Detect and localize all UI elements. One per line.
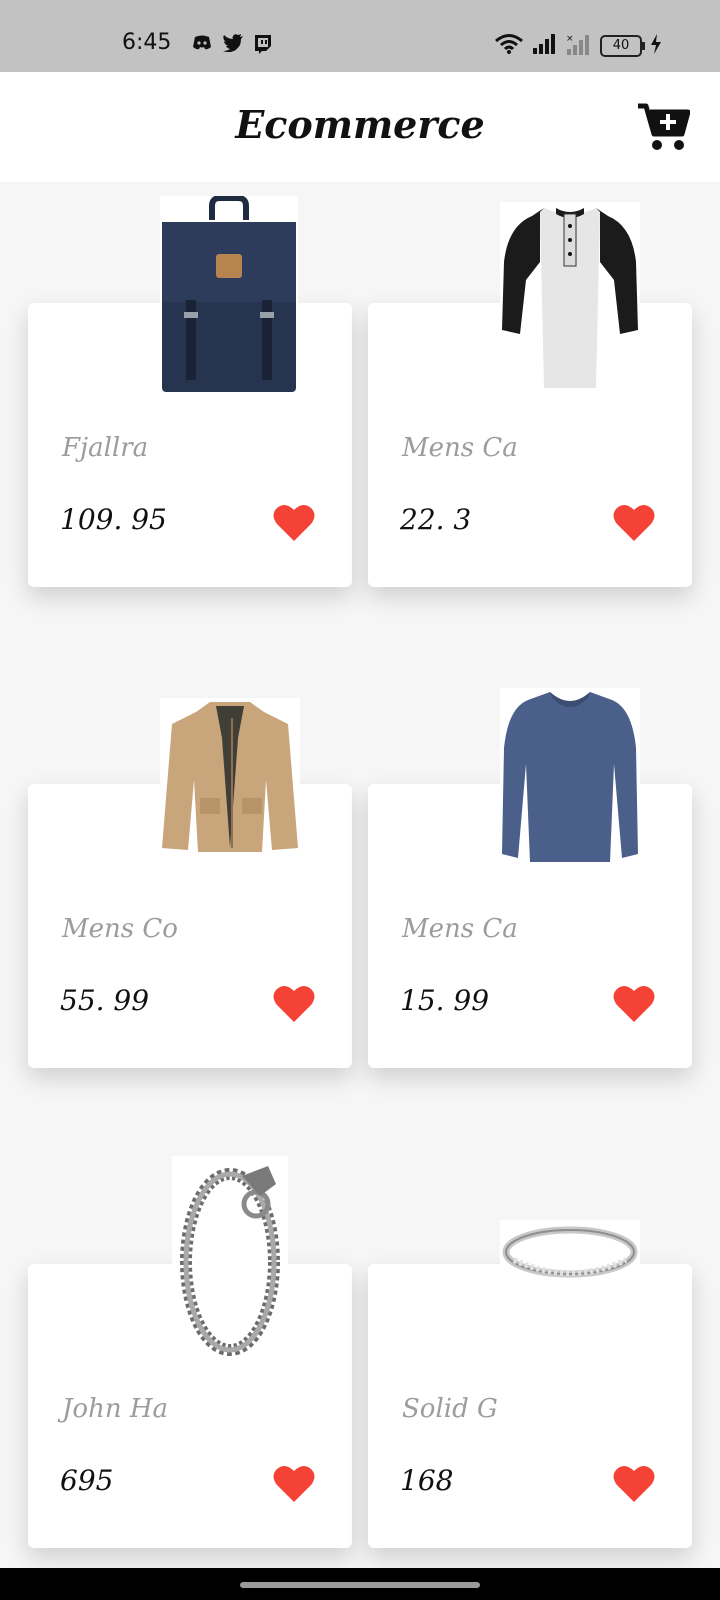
add-to-cart-button[interactable] [636, 102, 691, 152]
favorite-button[interactable] [613, 1464, 655, 1504]
status-time: 6:45 [122, 30, 172, 55]
product-name: John Ha [62, 1394, 169, 1424]
product-price: 109. 95 [60, 503, 167, 536]
heart-icon [273, 1465, 315, 1502]
signal-no-service-icon: × [566, 33, 592, 59]
heart-icon [273, 504, 315, 541]
favorite-button[interactable] [613, 984, 655, 1024]
discord-icon [192, 34, 212, 52]
twitch-icon [252, 34, 272, 54]
home-gesture-handle[interactable] [240, 1582, 480, 1588]
product-price: 55. 99 [60, 984, 150, 1017]
favorite-button[interactable] [613, 503, 655, 543]
svg-text:×: × [566, 34, 574, 44]
wifi-icon [494, 33, 524, 59]
heart-icon [613, 504, 655, 541]
backpack-image [160, 195, 298, 394]
heart-icon [273, 985, 315, 1022]
status-bar: 6:45 × 40 [0, 0, 720, 72]
product-name: Mens Ca [402, 433, 518, 463]
chain-bracelet-image [172, 1156, 288, 1360]
product-price: 15. 99 [400, 984, 490, 1017]
product-price: 695 [60, 1464, 114, 1497]
signal-icon [532, 34, 558, 58]
favorite-button[interactable] [273, 503, 315, 543]
product-name: Mens Ca [402, 914, 518, 944]
favorite-button[interactable] [273, 984, 315, 1024]
cart-add-icon [638, 103, 691, 150]
heart-icon [613, 1465, 655, 1502]
notification-icons [192, 34, 272, 54]
gold-ring-image [500, 1220, 640, 1290]
product-name: Fjallra [62, 433, 149, 463]
cotton-jacket-image [160, 698, 300, 854]
app-bar: Ecommerce [0, 72, 720, 182]
slim-fit-tshirt-image [500, 688, 640, 866]
product-price: 168 [400, 1464, 454, 1497]
system-nav-bar [0, 1568, 720, 1600]
product-price: 22. 3 [400, 503, 472, 536]
favorite-button[interactable] [273, 1464, 315, 1504]
twitter-icon [222, 34, 243, 53]
raglan-tshirt-image [500, 202, 640, 390]
battery-indicator: 40 [600, 35, 645, 57]
page-title: Ecommerce [235, 102, 485, 147]
charging-icon [650, 34, 662, 58]
product-name: Mens Co [62, 914, 178, 944]
heart-icon [613, 985, 655, 1022]
product-name: Solid G [402, 1394, 498, 1424]
status-right: × 40 [494, 33, 662, 59]
product-card[interactable]: Solid G 168 [368, 1264, 692, 1548]
